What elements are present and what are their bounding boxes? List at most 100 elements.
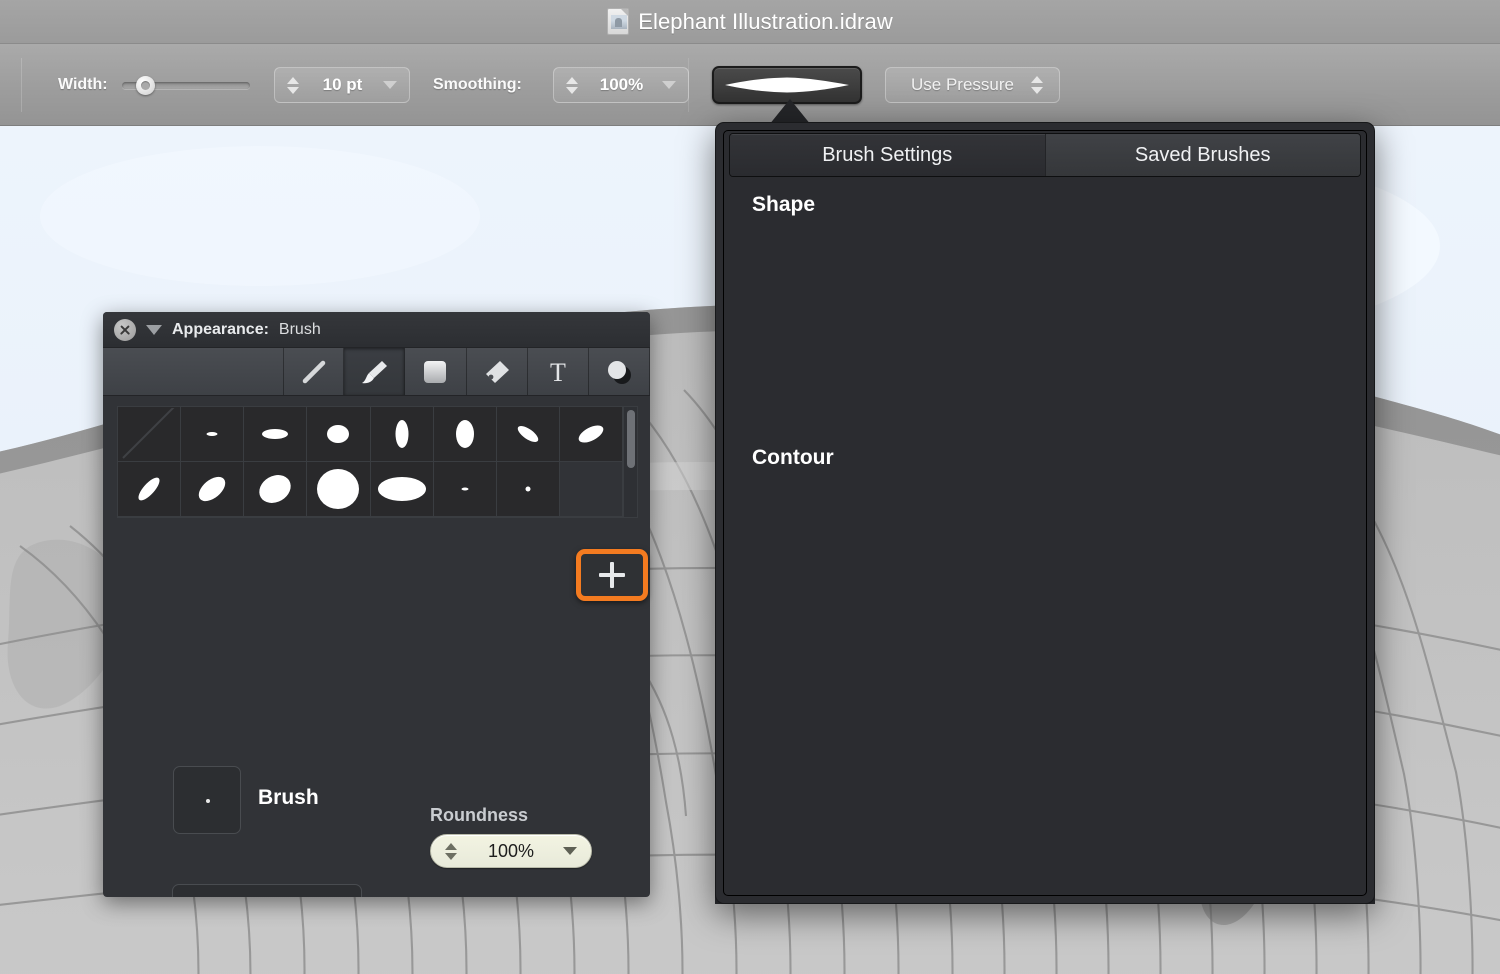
appearance-panel-title: Appearance:: [172, 320, 269, 338]
diagonal-line-icon: [122, 408, 175, 459]
add-brush-button[interactable]: [576, 549, 648, 601]
arrow-down-icon[interactable]: [1031, 87, 1043, 94]
brush-shape-icon: [525, 486, 531, 492]
brush-preset-cell[interactable]: [559, 407, 623, 462]
smoothing-stepper-arrows[interactable]: [563, 76, 581, 94]
width-value: 10 pt: [322, 75, 363, 94]
brush-preset-cell[interactable]: [244, 462, 308, 517]
tab-brush-settings[interactable]: Brush Settings: [730, 134, 1045, 176]
arrow-up-icon[interactable]: [445, 842, 457, 850]
brush-preset-cell[interactable]: [370, 462, 434, 517]
brush-preset-cell[interactable]: [370, 407, 434, 462]
arrow-up-icon[interactable]: [1031, 76, 1043, 83]
angle-field-group: Angle -45˚: [430, 896, 592, 897]
brush-swatch-preview[interactable]: [173, 766, 241, 834]
smoothing-stepper[interactable]: 100%: [553, 67, 689, 103]
brush-preset-cell[interactable]: [496, 407, 560, 462]
brush-shape-editor-small[interactable]: [172, 884, 362, 897]
brush-preset-grid-container[interactable]: [117, 406, 638, 518]
fill-square-icon: [424, 360, 447, 383]
brush-shape-icon: [395, 420, 409, 448]
tag-tool[interactable]: [467, 348, 528, 395]
roundness-label: Roundness: [430, 805, 529, 825]
width-slider[interactable]: [121, 75, 250, 95]
smoothing-label: Smoothing:: [433, 76, 522, 93]
arrow-up-icon[interactable]: [287, 76, 299, 84]
fill-tool[interactable]: [405, 348, 467, 395]
tag-icon: [485, 360, 509, 383]
brush-shape-icon: [259, 475, 292, 503]
window-title: Elephant Illustration.idraw: [638, 8, 893, 34]
chevron-down-icon[interactable]: [662, 81, 676, 89]
line-icon: [302, 360, 325, 383]
brush-shape-icon: [455, 420, 474, 448]
brush-settings-popover[interactable]: Brush Settings Saved Brushes Shape Conto…: [715, 122, 1375, 904]
text-tool[interactable]: T: [528, 348, 589, 395]
toolbar-divider-left: [21, 58, 22, 112]
shape-section-title: Shape: [752, 193, 816, 216]
pressure-value: Use Pressure: [911, 75, 1014, 94]
paintbrush-icon: [362, 360, 388, 383]
tab-saved-brushes[interactable]: Saved Brushes: [1044, 134, 1360, 176]
brush-preset-cell[interactable]: [244, 407, 308, 462]
brush-shape-icon: [198, 476, 226, 502]
brush-shape-icon: [461, 487, 469, 491]
brush-preset-cell[interactable]: [118, 407, 182, 462]
pressure-stepper-arrows[interactable]: [1029, 76, 1045, 94]
shape-editor-small-canvas[interactable]: [173, 885, 361, 897]
appearance-panel[interactable]: Appearance: Brush T Brush Roundness 100%: [103, 312, 650, 897]
roundness-arrows[interactable]: [443, 842, 459, 860]
appearance-panel-header[interactable]: Appearance: Brush: [103, 312, 650, 348]
brush-preset-grid[interactable]: [118, 407, 623, 517]
brush-grid-scrollbar[interactable]: [623, 407, 637, 517]
brush-preset-cell[interactable]: [181, 407, 245, 462]
scrollbar-thumb[interactable]: [627, 410, 635, 468]
plus-icon: [599, 562, 625, 588]
brush-preset-cell[interactable]: [118, 462, 182, 517]
contour-section-title: Contour: [752, 446, 834, 469]
stroke-tool[interactable]: [283, 348, 345, 395]
brush-preset-cell: [559, 462, 623, 517]
document-icon: [607, 8, 630, 35]
brush-shape-icon: [317, 469, 360, 509]
brush-preset-cell[interactable]: [307, 407, 371, 462]
brush-shape-icon: [327, 425, 350, 443]
text-t-icon: T: [550, 358, 566, 386]
width-stepper-arrows[interactable]: [284, 76, 302, 94]
brush-name-label: Brush: [258, 786, 319, 809]
brush-shape-icon: [377, 477, 426, 501]
brush-preset-cell[interactable]: [307, 462, 371, 517]
brush-shape-icon: [578, 425, 604, 443]
brush-preset-cell[interactable]: [433, 462, 497, 517]
chevron-down-icon[interactable]: [146, 324, 162, 335]
brush-tool[interactable]: [344, 348, 406, 395]
brush-shape-icon: [262, 429, 289, 439]
width-stepper[interactable]: 10 pt: [274, 67, 410, 103]
chevron-down-icon[interactable]: [383, 81, 397, 89]
roundness-stepper[interactable]: 100%: [430, 834, 592, 868]
chevron-down-icon[interactable]: [563, 847, 577, 855]
pressure-dropdown[interactable]: Use Pressure: [885, 67, 1060, 103]
svg-text:T: T: [550, 358, 566, 386]
width-slider-knob[interactable]: [135, 75, 155, 95]
arrow-up-icon[interactable]: [566, 76, 578, 84]
brush-preset-cell[interactable]: [496, 462, 560, 517]
brush-dot-icon: [206, 799, 210, 803]
roundness-field-group: Roundness 100%: [430, 805, 592, 868]
angle-label: Angle: [430, 896, 592, 897]
appearance-tool-strip[interactable]: T: [103, 348, 650, 396]
brush-shape-icon: [138, 477, 160, 501]
brush-stroke-preview-icon: [725, 77, 849, 93]
width-label: Width:: [58, 76, 108, 93]
roundness-value: 100%: [487, 840, 535, 861]
arrow-down-icon[interactable]: [287, 86, 299, 94]
brush-preset-cell[interactable]: [433, 407, 497, 462]
brush-preset-cell[interactable]: [181, 462, 245, 517]
shadow-tool[interactable]: [589, 348, 650, 395]
window-titlebar: Elephant Illustration.idraw: [0, 0, 1500, 44]
popover-tab-bar[interactable]: Brush Settings Saved Brushes: [729, 133, 1361, 177]
brush-toolbar: Width: 10 pt Smoothing: 100% Use Pressur…: [0, 44, 1500, 126]
arrow-down-icon[interactable]: [445, 852, 457, 860]
close-icon[interactable]: [114, 318, 136, 341]
arrow-down-icon[interactable]: [566, 86, 578, 94]
